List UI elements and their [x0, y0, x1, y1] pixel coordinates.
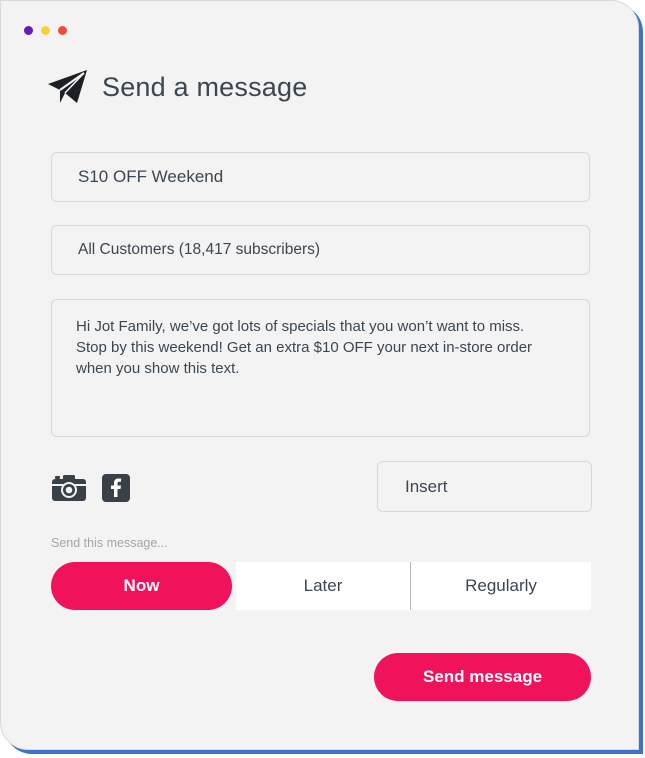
window-dot-yellow[interactable]: [41, 26, 50, 35]
window-controls: [24, 26, 67, 35]
audience-select[interactable]: All Customers (18,417 subscribers): [51, 225, 590, 275]
header: Send a message: [48, 69, 307, 105]
window-dot-red[interactable]: [58, 26, 67, 35]
send-message-button[interactable]: Send message: [374, 653, 591, 701]
insert-button[interactable]: Insert: [377, 461, 592, 512]
camera-icon[interactable]: [52, 475, 86, 506]
paper-plane-icon: [48, 69, 88, 105]
send-later-option[interactable]: Later: [236, 562, 410, 610]
send-regularly-option[interactable]: Regularly: [410, 562, 591, 610]
message-line: Hi Jot Family, we’ve got lots of special…: [76, 318, 525, 335]
send-timing-selector: Now Later Regularly: [51, 562, 591, 610]
window-dot-purple[interactable]: [24, 26, 33, 35]
message-line: Stop by this weekend! Get an extra $10 O…: [76, 339, 533, 356]
media-attachments: [52, 474, 130, 507]
page-title: Send a message: [102, 71, 308, 102]
send-message-window: Send a message S10 OFF Weekend All Custo…: [0, 0, 639, 750]
message-textarea[interactable]: Hi Jot Family, we’ve got lots of special…: [51, 299, 590, 437]
campaign-name-input[interactable]: S10 OFF Weekend: [51, 152, 590, 202]
facebook-icon[interactable]: [102, 474, 130, 507]
send-now-option[interactable]: Now: [51, 562, 232, 610]
send-timing-label: Send this message...: [51, 536, 168, 550]
message-line: when you show this text.: [76, 360, 240, 377]
